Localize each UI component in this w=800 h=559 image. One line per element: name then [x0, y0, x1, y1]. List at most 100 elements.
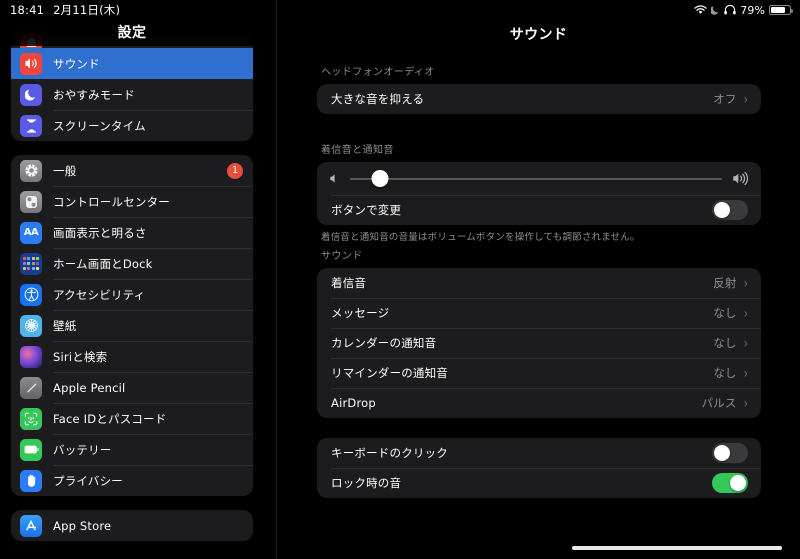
status-time: 18:41 [10, 3, 45, 17]
chevron-right-icon: › [743, 334, 748, 352]
sound-row[interactable]: カレンダーの通知音 なし › [317, 328, 761, 358]
row-label: AirDrop [331, 396, 376, 410]
settings-sidebar: サウンドおやすみモードスクリーンタイム一般 1 コントロールセンター AA 画面表示と明… [0, 0, 277, 559]
headphone-audio-header: ヘッドフォンオーディオ [321, 67, 435, 78]
sidebar-item-siri[interactable]: Siriと検索 [11, 341, 253, 372]
sidebar-item-label: プライバシー [53, 473, 123, 488]
app-store-icon [20, 514, 42, 537]
face-id-icon [20, 407, 42, 430]
status-date: 2月11日(木) [53, 3, 121, 17]
home-screen-dock-icon [20, 252, 42, 275]
row-label: 大きな音を抑える [331, 92, 425, 106]
sidebar-scroll-area[interactable]: サウンドおやすみモードスクリーンタイム一般 1 コントロールセンター AA 画面表示と明… [0, 0, 264, 559]
ringer-alerts-card: ボタンで変更 [317, 162, 761, 225]
ringer-alerts-header: 着信音と通知音 [321, 145, 394, 156]
volume-low-icon [329, 173, 340, 184]
chevron-right-icon: › [743, 364, 748, 382]
status-bar: 18:41 2月11日(木) 79% [0, 0, 800, 20]
sound-row[interactable]: メッセージ なし › [317, 298, 761, 328]
row-reduce-loud-sounds[interactable]: 大きな音を抑える オフ › [317, 84, 761, 114]
privacy-hand-icon [20, 469, 42, 492]
sidebar-item-label: 一般 [53, 163, 77, 178]
home-indicator[interactable] [572, 546, 782, 550]
row-value: オフ [713, 92, 737, 106]
sidebar-item-do-not-disturb[interactable]: おやすみモード [11, 79, 253, 110]
toggle-row[interactable]: キーボードのクリック [317, 438, 761, 468]
toggle-row[interactable]: ロック時の音 [317, 468, 761, 498]
app-grid-glyph [22, 257, 40, 270]
sound-row[interactable]: AirDrop パルス › [317, 388, 761, 418]
sidebar-item-label: サウンド [53, 56, 100, 71]
do-not-disturb-icon [20, 83, 42, 106]
gear-icon [20, 159, 42, 182]
sidebar-item-display-brightness[interactable]: AA 画面表示と明るさ [11, 217, 253, 248]
ringer-alerts-footer: 着信音と通知音の音量はボリュームボタンを操作しても調節されません。 [321, 232, 640, 243]
siri-icon [20, 345, 42, 368]
row-label: ボタンで変更 [331, 203, 402, 217]
status-badge: 1 [227, 162, 243, 179]
row-label: メッセージ [331, 306, 390, 320]
screen-time-icon [20, 114, 42, 137]
apple-pencil-icon [20, 376, 42, 399]
sidebar-item-battery[interactable]: バッテリー [11, 434, 253, 465]
sidebar-item-app-store[interactable]: App Store [11, 510, 253, 541]
row-label: ロック時の音 [331, 476, 402, 490]
row-label: リマインダーの通知音 [331, 366, 448, 380]
status-bar-left: 18:41 2月11日(木) [10, 2, 120, 18]
sidebar-item-control-center[interactable]: コントロールセンター [11, 186, 253, 217]
status-bar-right: 79% [694, 4, 793, 17]
row-value: なし [713, 306, 737, 320]
accessibility-icon [20, 283, 42, 306]
sidebar-item-gear[interactable]: 一般 1 [11, 155, 253, 186]
slider-track [350, 177, 722, 180]
sidebar-item-label: コントロールセンター [53, 194, 170, 209]
row-label: キーボードのクリック [331, 446, 448, 460]
sound-icon [20, 52, 42, 75]
battery-icon [769, 5, 793, 15]
sound-toggles-section: キーボードのクリック ロック時の音 [317, 438, 761, 498]
headphone-audio-section: ヘッドフォンオーディオ 大きな音を抑える オフ › [317, 63, 761, 114]
row-change-with-buttons[interactable]: ボタンで変更 [317, 195, 761, 225]
sidebar-item-face-id[interactable]: Face IDとパスコード [11, 403, 253, 434]
sidebar-item-wallpaper[interactable]: 壁紙 [11, 310, 253, 341]
row-toggle[interactable] [712, 443, 748, 463]
sidebar-item-apple-pencil[interactable]: Apple Pencil [11, 372, 253, 403]
row-value: パルス [701, 396, 737, 410]
sound-toggles-card: キーボードのクリック ロック時の音 [317, 438, 761, 498]
sidebar-item-label: バッテリー [53, 442, 112, 457]
sound-row[interactable]: リマインダーの通知音 なし › [317, 358, 761, 388]
row-value: なし [713, 336, 737, 350]
wifi-icon [694, 5, 707, 15]
row-toggle[interactable] [712, 473, 748, 493]
sidebar-item-label: アクセシビリティ [53, 287, 146, 302]
sidebar-item-screen-time[interactable]: スクリーンタイム [11, 110, 253, 141]
page-title: サウンド [509, 27, 568, 43]
change-with-buttons-toggle[interactable] [712, 200, 748, 220]
aa-glyph: AA [23, 226, 39, 238]
sidebar-item-privacy-hand[interactable]: プライバシー [11, 465, 253, 496]
row-value: なし [713, 366, 737, 380]
sidebar-item-label: おやすみモード [53, 87, 135, 102]
moon-icon [710, 5, 720, 15]
slider-knob[interactable] [371, 170, 389, 187]
sound-detail-panel: サウンド ヘッドフォンオーディオ 大きな音を抑える オフ › 着信音と通知音 ボ… [277, 0, 800, 559]
ringer-volume-slider[interactable] [350, 162, 722, 195]
sidebar-item-sound[interactable]: サウンド [11, 48, 253, 79]
sidebar-item-label: Apple Pencil [53, 380, 126, 395]
row-value: 反射 [713, 276, 737, 290]
sound-row[interactable]: 着信音 反射 › [317, 268, 761, 298]
sidebar-group: App Store [11, 510, 253, 541]
ringer-volume-row[interactable] [317, 162, 761, 195]
sounds-section: サウンド 着信音 反射 › メッセージ なし › カレンダーの通知音 なし › リマインダーの通知… [317, 247, 761, 418]
sidebar-item-label: 壁紙 [53, 318, 77, 333]
chevron-right-icon: › [743, 90, 748, 108]
ringer-alerts-section: 着信音と通知音 ボタンで変更 着信音と通知音の音量はボリュームボタンを操作しても… [317, 141, 761, 244]
sidebar-item-accessibility[interactable]: アクセシビリティ [11, 279, 253, 310]
chevron-right-icon: › [743, 394, 748, 412]
volume-high-icon [732, 171, 749, 186]
sidebar-item-label: Siriと検索 [53, 349, 108, 364]
chevron-right-icon: › [743, 274, 748, 292]
chevron-right-icon: › [743, 304, 748, 322]
sidebar-item-label: ホーム画面とDock [53, 256, 153, 271]
sidebar-item-home-screen-dock[interactable]: ホーム画面とDock [11, 248, 253, 279]
